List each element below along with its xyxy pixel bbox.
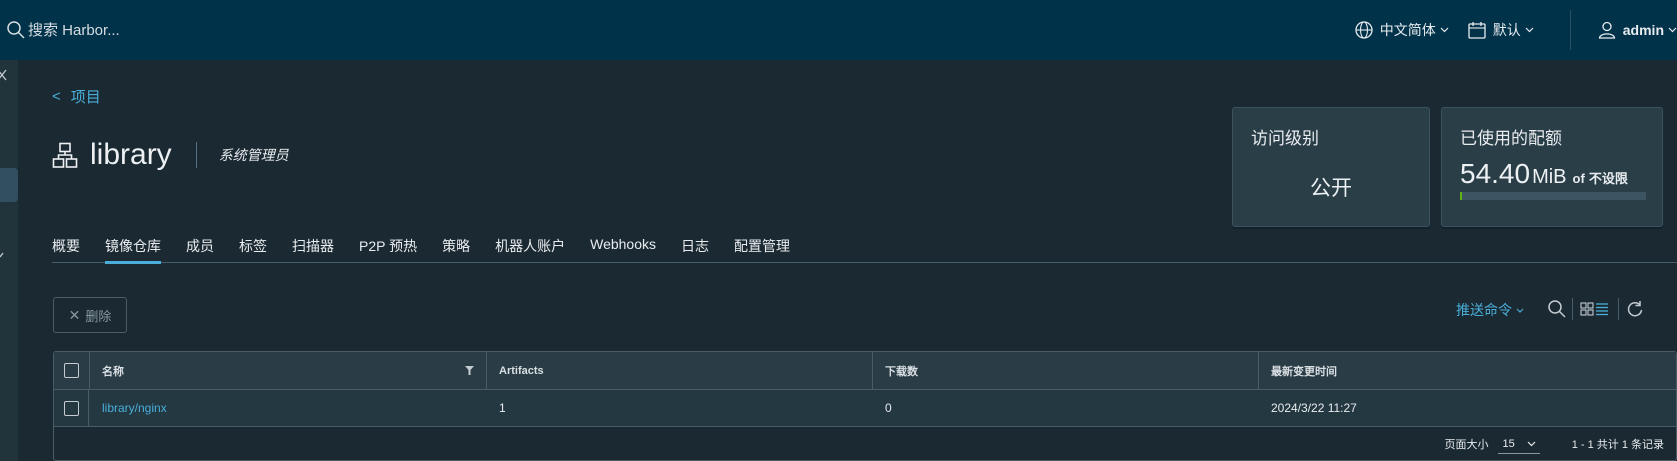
quota-of: of	[1572, 171, 1585, 186]
cell-artifacts: 1	[499, 401, 506, 415]
quota-title: 已使用的配额	[1460, 129, 1562, 148]
quota-card: 已使用的配额 54.40 MiB of 不设限	[1441, 107, 1663, 227]
push-command-label: 推送命令	[1456, 302, 1512, 318]
user-menu[interactable]: admin	[1597, 20, 1677, 40]
sidebar-item-projects[interactable]	[0, 168, 18, 202]
push-command-dropdown[interactable]: 推送命令	[1456, 300, 1524, 320]
search-input[interactable]	[28, 21, 228, 39]
search-icon[interactable]	[1547, 299, 1567, 319]
chevron-down-icon	[1527, 441, 1536, 446]
user-icon	[1598, 21, 1615, 39]
delete-button[interactable]: ✕ 删除	[53, 297, 127, 333]
row-checkbox[interactable]	[63, 400, 79, 416]
chevron-down-icon	[1668, 27, 1677, 33]
language-label: 中文简体	[1379, 22, 1436, 38]
column-header-updated[interactable]: 最新变更时间	[1258, 352, 1676, 389]
project-tabs: 概要 镜像仓库 成员 标签 扫描器 P2P 预热 策略 机器人账户 Webhoo…	[52, 236, 1677, 264]
toolbar-divider	[1618, 298, 1619, 320]
chevron-down-icon	[1525, 27, 1534, 33]
cell-name: library/nginx	[89, 390, 486, 426]
tab-summary[interactable]: 概要	[52, 236, 80, 263]
project-name: library	[90, 138, 172, 171]
back-to-projects-link[interactable]: < 项目	[52, 86, 101, 107]
tab-policy[interactable]: 策略	[442, 236, 470, 263]
quota-value: 54.40	[1460, 158, 1531, 189]
repositories-table: 名称 Artifacts 下载数 最新变更时间 library/nginx 1 …	[53, 351, 1677, 461]
access-level-title: 访问级别	[1251, 129, 1319, 148]
tab-webhooks[interactable]: Webhooks	[590, 236, 656, 263]
chevron-down-icon	[1516, 308, 1524, 313]
tab-labels[interactable]: 标签	[239, 236, 267, 263]
table-footer: 页面大小 15 1 - 1 共计 1 条记录	[54, 427, 1676, 461]
select-all-cell	[54, 352, 89, 389]
project-icon	[52, 142, 78, 168]
column-header-downloads[interactable]: 下载数	[872, 352, 1258, 389]
top-header: 中文简体 默认 admin	[0, 0, 1677, 60]
global-search[interactable]	[6, 20, 228, 40]
collapse-nav-icon[interactable]	[0, 69, 12, 81]
theme-label: 默认	[1492, 22, 1521, 38]
pagination-summary: 1 - 1 共计 1 条记录	[1571, 439, 1664, 451]
username: admin	[1622, 22, 1664, 38]
back-chevron: <	[52, 88, 61, 105]
tab-configuration[interactable]: 配置管理	[734, 236, 790, 263]
language-selector[interactable]: 中文简体	[1354, 20, 1449, 40]
quota-progress-fill	[1460, 192, 1462, 200]
calendar-icon	[1468, 22, 1486, 39]
toolbar-divider	[1572, 298, 1573, 320]
tab-p2p-preheat[interactable]: P2P 预热	[359, 236, 417, 263]
view-toggle-icon[interactable]	[1580, 299, 1610, 319]
refresh-icon[interactable]	[1625, 299, 1645, 319]
table-header: 名称 Artifacts 下载数 最新变更时间	[54, 352, 1676, 390]
globe-icon	[1355, 21, 1373, 39]
delete-label: 删除	[85, 308, 112, 324]
select-all-checkbox[interactable]	[64, 363, 79, 378]
tab-logs[interactable]: 日志	[681, 236, 709, 263]
side-nav	[0, 60, 18, 461]
quota-usage: 54.40 MiB of 不设限	[1460, 158, 1628, 190]
page-size-value: 15	[1502, 437, 1515, 450]
tab-robot-accounts[interactable]: 机器人账户	[495, 236, 565, 263]
row-select-cell	[54, 390, 89, 426]
quota-limit: 不设限	[1588, 171, 1628, 186]
tab-repositories[interactable]: 镜像仓库	[105, 236, 161, 264]
quota-progress-bar	[1460, 192, 1646, 200]
chevron-down-icon	[1440, 27, 1449, 33]
search-icon	[7, 21, 25, 39]
tab-members[interactable]: 成员	[186, 236, 214, 263]
column-header-artifacts[interactable]: Artifacts	[486, 352, 872, 389]
column-header-name[interactable]: 名称	[89, 352, 486, 389]
table-row: library/nginx 1 0 2024/3/22 11:27	[54, 390, 1676, 427]
access-level-value: 公开	[1310, 177, 1352, 200]
cell-updated: 2024/3/22 11:27	[1271, 401, 1357, 415]
project-role: 系统管理员	[218, 147, 289, 163]
sidebar-item-icon[interactable]	[0, 250, 10, 260]
close-icon: ✕	[68, 306, 81, 323]
filter-icon[interactable]	[465, 366, 474, 375]
cell-downloads: 0	[885, 401, 892, 415]
tab-scanner[interactable]: 扫描器	[292, 236, 334, 263]
repository-link[interactable]: library/nginx	[102, 401, 167, 415]
column-name-label: 名称	[102, 365, 124, 378]
page-size-select[interactable]: 15	[1498, 434, 1540, 454]
access-level-card: 访问级别 公开	[1232, 107, 1430, 227]
page-size-label: 页面大小	[1444, 439, 1489, 451]
project-title-row: library 系统管理员	[52, 138, 289, 172]
title-divider	[195, 142, 197, 168]
breadcrumb-label: 项目	[70, 89, 101, 106]
theme-selector[interactable]: 默认	[1467, 20, 1534, 40]
quota-unit: MiB	[1532, 166, 1567, 188]
header-divider	[1569, 10, 1571, 50]
